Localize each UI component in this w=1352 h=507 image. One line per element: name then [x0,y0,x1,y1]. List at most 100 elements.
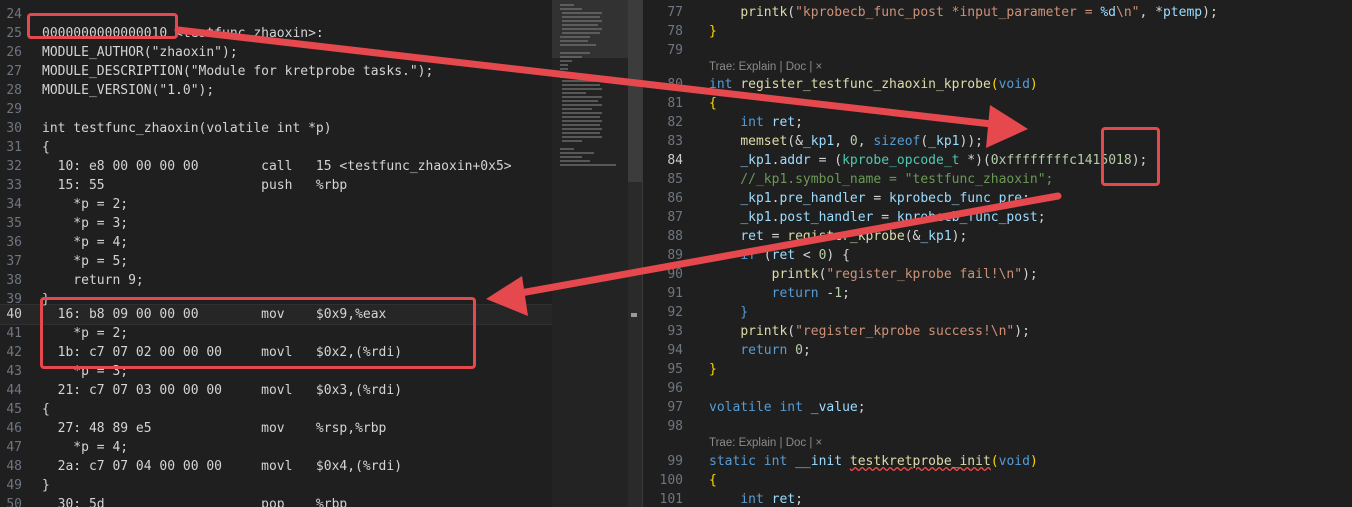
code-text: printk("register_kprobe success!\n"); [740,324,1030,339]
code-line[interactable]: 38 return 9; [0,271,552,290]
code-line[interactable]: 80 int register_testfunc_zhaoxin_kprobe(v… [643,75,1352,94]
code-text: memset(&_kp1, 0, sizeof(_kp1)); [740,134,983,149]
code-line[interactable]: 97 volatile int _value; [643,398,1352,417]
left-editor-pane[interactable]: 24 25 0000000000000010 <testfunc_zhaoxin>… [0,0,552,507]
line-number: 86 [667,191,683,206]
code-text: 27: 48 89 e5 mov %rsp,%rbp [42,421,387,436]
right-editor-pane[interactable]: 77 printk("kprobecb_func_post *input_par… [643,0,1352,507]
annotation-box-address-offset [1101,127,1160,186]
code-line[interactable]: 94 return 0; [643,341,1352,360]
code-line[interactable]: 99 static int __init testkretprobe_init(v… [643,452,1352,471]
code-text: *p = 5; [42,254,129,269]
line-number: 36 [6,235,22,250]
line-number: 79 [667,43,683,58]
code-text: _kp1.pre_handler = kprobecb_func_pre; [740,191,1030,206]
code-line[interactable]: 95} [643,360,1352,379]
code-line[interactable]: 85 //_kp1.symbol_name = "testfunc_zhaoxi… [643,170,1352,189]
code-text: MODULE_DESCRIPTION("Module for kretprobe… [42,64,434,79]
code-line[interactable]: 96 [643,379,1352,398]
line-number: 47 [6,440,22,455]
code-line[interactable]: 30 int testfunc_zhaoxin(volatile int *p) [0,119,552,138]
line-number: 29 [6,102,22,117]
code-text: printk("kprobecb_func_post *input_parame… [740,5,1218,20]
code-line[interactable]: 82 int ret; [643,113,1352,132]
code-line[interactable]: 31 { [0,138,552,157]
line-number: 37 [6,254,22,269]
code-line[interactable]: 92 } [643,303,1352,322]
line-number: 95 [667,362,683,377]
code-line[interactable]: 89 if (ret < 0) { [643,246,1352,265]
code-text: return 9; [42,273,144,288]
line-number: 38 [6,273,22,288]
code-text: } [42,478,50,493]
line-number: 84 [667,153,683,168]
minimap[interactable] [552,0,628,507]
code-line[interactable]: 50 30: 5d pop %rbp [0,495,552,507]
annotation-box-symbol-address [27,13,178,39]
code-line[interactable]: 34 *p = 2; [0,195,552,214]
code-line-current[interactable]: 84 _kp1.addr = (kprobe_opcode_t *)(0xfff… [643,151,1352,170]
left-scrollbar-thumb[interactable] [628,0,642,182]
code-line[interactable]: 27 MODULE_DESCRIPTION("Module for kretpro… [0,62,552,81]
line-number: 99 [667,454,683,469]
line-number: 25 [6,26,22,41]
code-line[interactable]: 88 ret = register_kprobe(&_kp1); [643,227,1352,246]
line-number: 77 [667,5,683,20]
code-line[interactable]: 29 [0,100,552,119]
codelens-actions[interactable]: Trae: Explain | Doc | × [709,434,822,453]
code-line[interactable]: 77 printk("kprobecb_func_post *input_par… [643,3,1352,22]
line-number: 78 [667,24,683,39]
code-line[interactable]: 35 *p = 3; [0,214,552,233]
code-line[interactable]: 45 { [0,400,552,419]
code-line[interactable]: 100 { [643,471,1352,490]
code-line[interactable]: 32 10: e8 00 00 00 00 call 15 <testfunc_… [0,157,552,176]
line-number: 46 [6,421,22,436]
line-number: 87 [667,210,683,225]
code-text: { [42,140,50,155]
code-line[interactable]: 46 27: 48 89 e5 mov %rsp,%rbp [0,419,552,438]
code-line[interactable]: 90 printk("register_kprobe fail!\n"); [643,265,1352,284]
line-number: 33 [6,178,22,193]
code-line[interactable]: 48 2a: c7 07 04 00 00 00 movl $0x4,(%rdi… [0,457,552,476]
code-text: if (ret < 0) { [740,248,850,263]
code-text: } [709,24,717,39]
line-number: 80 [667,77,683,92]
code-text: _kp1.addr = (kprobe_opcode_t *)(0xffffff… [740,153,1148,168]
code-line[interactable]: 26 MODULE_AUTHOR("zhaoxin"); [0,43,552,62]
code-line[interactable]: 91 return -1; [643,284,1352,303]
code-line[interactable]: 93 printk("register_kprobe success!\n"); [643,322,1352,341]
line-number: 49 [6,478,22,493]
code-line[interactable]: 81 { [643,94,1352,113]
codelens-label[interactable]: Trae: Explain | Doc | × [709,61,822,73]
code-line[interactable]: 78} [643,22,1352,41]
line-number: 91 [667,286,683,301]
code-line[interactable]: 47 *p = 4; [0,438,552,457]
line-number: 24 [6,7,22,22]
code-text: int testfunc_zhaoxin(volatile int *p) [42,121,332,136]
code-line[interactable]: 37 *p = 5; [0,252,552,271]
code-line[interactable]: 49} [0,476,552,495]
code-line[interactable]: 36 *p = 4; [0,233,552,252]
code-line[interactable]: 87 _kp1.post_handler = kprobecb_func_pos… [643,208,1352,227]
scrollbar-position-marker [631,313,637,317]
code-line[interactable]: 44 21: c7 07 03 00 00 00 movl $0x3,(%rdi… [0,381,552,400]
code-text: } [709,305,749,320]
code-line[interactable]: 83 memset(&_kp1, 0, sizeof(_kp1)); [643,132,1352,151]
line-number: 89 [667,248,683,263]
code-text: *p = 4; [42,235,129,250]
code-text: MODULE_VERSION("1.0"); [42,83,215,98]
line-number: 92 [667,305,683,320]
line-number: 83 [667,134,683,149]
code-text: 21: c7 07 03 00 00 00 movl $0x3,(%rdi) [42,383,403,398]
code-text: int ret; [740,492,803,507]
code-line[interactable]: 33 15: 55 push %rbp [0,176,552,195]
code-text: { [709,96,717,111]
line-number: 32 [6,159,22,174]
code-text: *p = 3; [42,216,129,231]
code-text: return 0; [740,343,811,358]
line-number: 82 [667,115,683,130]
code-line[interactable]: 101 int ret; [643,490,1352,507]
code-line[interactable]: 28 MODULE_VERSION("1.0"); [0,81,552,100]
code-line[interactable]: 86 _kp1.pre_handler = kprobecb_func_pre; [643,189,1352,208]
codelens-label[interactable]: Trae: Explain | Doc | × [709,437,822,449]
